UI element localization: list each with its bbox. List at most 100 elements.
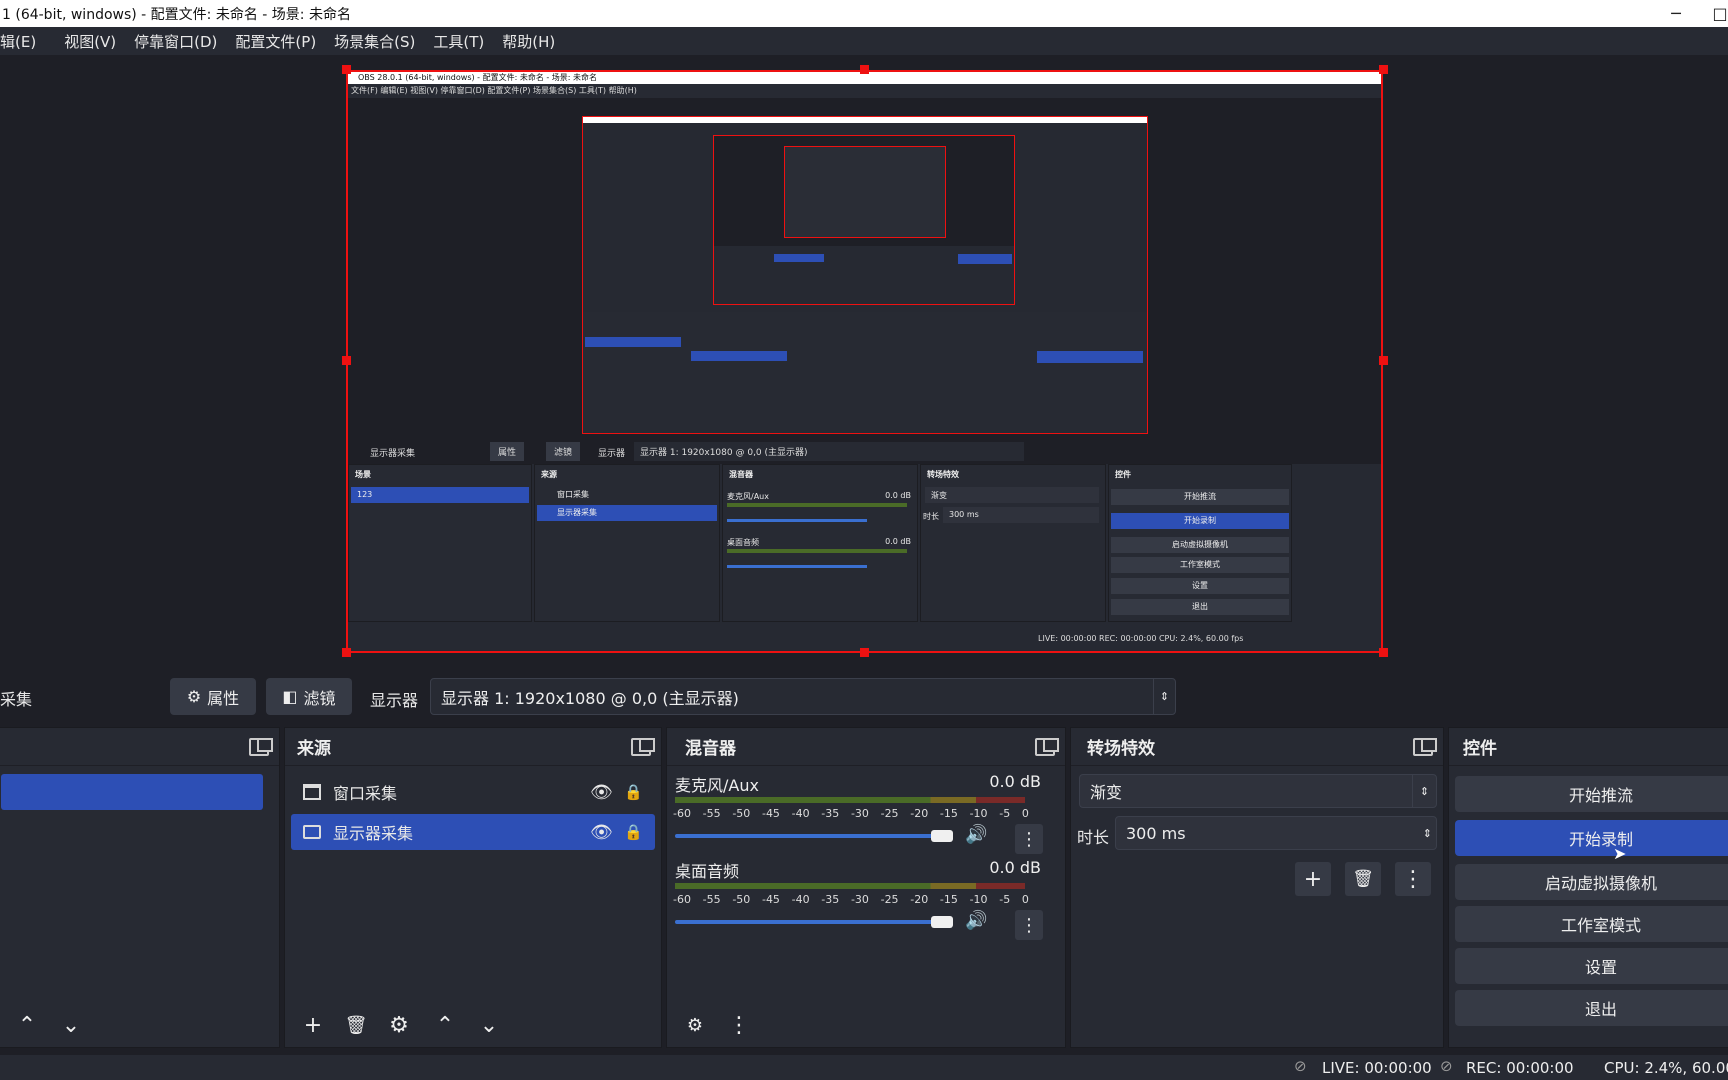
source-name-label: 采集 (0, 690, 33, 709)
resize-handle-ml[interactable] (342, 356, 351, 365)
scale-tick: -35 (821, 807, 840, 820)
menu-view[interactable]: 视图(V) (64, 31, 125, 52)
mixer-channel-desktop: 桌面音频 0.0 dB -60 -55 -50 -45 -40 -35 -30 -25 -20-… (667, 852, 1057, 942)
properties-label: 属性 (207, 688, 240, 708)
filters-button[interactable]: ◧ 滤镜 (266, 678, 352, 715)
nested-scenes-dock: 场景 123 (348, 464, 532, 622)
nested-control-2: 开始录制 (1111, 513, 1289, 529)
nested-duration-value: 300 ms (943, 507, 1099, 523)
display-value: 显示器 1: 1920x1080 @ 0,0 (主显示器) (441, 688, 739, 708)
resize-handle-bc[interactable] (860, 648, 869, 657)
mixer-more-button[interactable]: ⋮ (721, 1008, 757, 1042)
menu-help[interactable]: 帮助(H) (502, 31, 564, 52)
resize-handle-mr[interactable] (1379, 356, 1388, 365)
source-item-display-capture[interactable]: 显示器采集 👁 🔒 (291, 814, 655, 850)
preview-canvas[interactable]: OBS 28.0.1 (64-bit, windows) - 配置文件: 未命名… (346, 70, 1383, 653)
remove-transition-button[interactable]: 🗑 (1345, 862, 1381, 896)
start-recording-button[interactable]: 开始录制 (1455, 820, 1728, 856)
scale-tick: -40 (791, 807, 810, 820)
lock-icon[interactable]: 🔒 (624, 783, 643, 801)
preview-area[interactable]: OBS 28.0.1 (64-bit, windows) - 配置文件: 未命名… (0, 55, 1728, 664)
scale-tick: -50 (732, 807, 751, 820)
start-virtual-camera-button[interactable]: 启动虚拟摄像机 (1455, 864, 1728, 900)
speaker-icon[interactable]: 🔊 (965, 824, 987, 845)
scale-tick: -55 (702, 893, 721, 906)
speaker-icon[interactable]: 🔊 (965, 910, 987, 931)
more-options-icon[interactable]: ⋮ (1015, 824, 1043, 854)
resize-handle-tl[interactable] (342, 65, 351, 74)
eye-icon[interactable]: 👁 (590, 782, 613, 803)
undock-icon[interactable] (249, 738, 273, 756)
move-down-button[interactable]: ⌄ (471, 1008, 507, 1042)
volume-slider[interactable] (675, 834, 947, 838)
window-title: 1 (64-bit, windows) - 配置文件: 未命名 - 场景: 未命… (2, 6, 351, 23)
move-up-button[interactable]: ⌃ (9, 1008, 45, 1042)
more-options-icon[interactable]: ⋮ (1015, 910, 1043, 940)
live-status: LIVE: 00:00:00 (1322, 1059, 1432, 1077)
move-down-button[interactable]: ⌄ (53, 1008, 89, 1042)
nested-source-item-1: 窗口采集 (557, 490, 589, 499)
menu-profile[interactable]: 配置文件(P) (235, 31, 325, 52)
remove-source-button[interactable]: 🗑 (338, 1008, 374, 1042)
mixer-title: 混音器 (667, 728, 1065, 766)
add-transition-button[interactable]: + (1295, 862, 1331, 896)
move-up-button[interactable]: ⌃ (427, 1008, 463, 1042)
volume-slider[interactable] (675, 920, 947, 924)
scale-tick: -30 (850, 893, 869, 906)
rec-icon: ⊘ (1440, 1057, 1453, 1075)
undock-icon[interactable] (1035, 738, 1059, 756)
resize-handle-bl[interactable] (342, 648, 351, 657)
scale-tick: -55 (702, 807, 721, 820)
add-source-button[interactable]: + (295, 1008, 331, 1042)
nested-scenes-title: 场景 (355, 470, 371, 479)
mouse-cursor: ➤ (1613, 844, 1627, 863)
menu-edit[interactable]: 辑(E) (0, 31, 45, 52)
scale-tick: -5 (999, 893, 1011, 906)
nested-control-4: 工作室模式 (1111, 557, 1289, 573)
studio-mode-button[interactable]: 工作室模式 (1455, 906, 1728, 942)
spin-arrows-icon[interactable]: ⇕ (1423, 817, 1432, 849)
scale-tick: -25 (880, 807, 899, 820)
nested-filters-button: 滤镜 (546, 442, 581, 461)
transitions-dock: 转场特效 渐变 ⇕ 时长 300 ms ⇕ + 🗑 ⋮ (1070, 727, 1444, 1048)
nested-transitions-dock: 转场特效 渐变 时长 300 ms (920, 464, 1106, 622)
sources-title: 来源 (285, 728, 661, 766)
scale-tick: -15 (939, 807, 958, 820)
eye-icon[interactable]: 👁 (590, 822, 613, 843)
nested-mic-label: 麦克风/Aux (727, 492, 769, 501)
mixer-settings-button[interactable]: ⚙ (677, 1008, 713, 1042)
nested-preview (348, 98, 1381, 438)
transition-select[interactable]: 渐变 ⇕ (1079, 774, 1437, 808)
menu-scene-collection[interactable]: 场景集合(S) (334, 31, 424, 52)
properties-button[interactable]: ⚙ 属性 (170, 678, 256, 715)
transition-more-button[interactable]: ⋮ (1395, 862, 1431, 896)
undock-icon[interactable] (1413, 738, 1437, 756)
scale-tick: -15 (939, 893, 958, 906)
scale-tick: -10 (969, 807, 988, 820)
nested-transition-value: 渐变 (925, 487, 1099, 503)
volume-slider-handle[interactable] (931, 916, 953, 928)
volume-slider-handle[interactable] (931, 830, 953, 842)
nested-mixer-title: 混音器 (729, 470, 753, 479)
duration-spinbox[interactable]: 300 ms ⇕ (1115, 816, 1437, 850)
resize-handle-tr[interactable] (1379, 65, 1388, 74)
resize-handle-tc[interactable] (860, 65, 869, 74)
start-streaming-button[interactable]: 开始推流 (1455, 776, 1728, 812)
settings-button[interactable]: 设置 (1455, 948, 1728, 984)
scene-item-selected[interactable] (1, 774, 263, 810)
display-select[interactable]: 显示器 1: 1920x1080 @ 0,0 (主显示器) ⇕ (430, 678, 1176, 715)
maximize-button[interactable]: □ (1700, 0, 1728, 27)
source-label: 窗口采集 (333, 784, 398, 803)
resize-handle-br[interactable] (1379, 648, 1388, 657)
menu-docks[interactable]: 停靠窗口(D) (134, 31, 226, 52)
source-item-window-capture[interactable]: 窗口采集 👁 🔒 (291, 774, 655, 810)
undock-icon[interactable] (631, 738, 655, 756)
display-label: 显示器 (370, 691, 419, 710)
lock-icon[interactable]: 🔒 (624, 823, 643, 841)
nested-controls-dock: 控件 开始推流 开始录制 启动虚拟摄像机 工作室模式 设置 退出 (1108, 464, 1292, 622)
minimize-button[interactable]: ─ (1656, 0, 1696, 27)
nested-sources-dock: 来源 窗口采集 显示器采集 (534, 464, 720, 622)
exit-button[interactable]: 退出 (1455, 990, 1728, 1026)
source-properties-button[interactable]: ⚙ (381, 1008, 417, 1042)
menu-tools[interactable]: 工具(T) (433, 31, 493, 52)
